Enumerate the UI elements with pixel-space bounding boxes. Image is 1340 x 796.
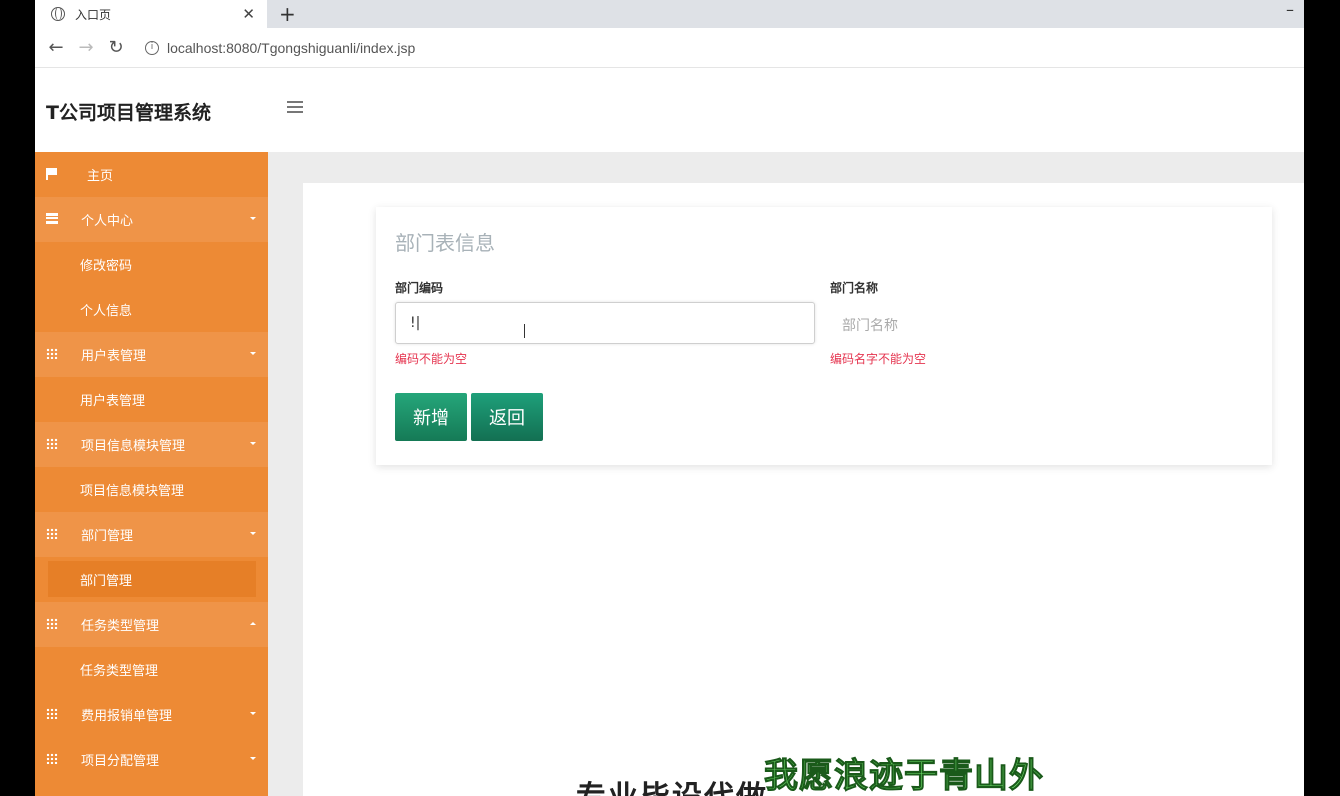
grid-icon <box>46 753 58 764</box>
sidebar-item-profile-info[interactable]: 个人信息 <box>35 287 268 332</box>
sidebar-item-projects[interactable]: 项目信息模块管理 <box>35 467 268 512</box>
department-form-card: 部门表信息 部门编码 !| 编码不能为空 部门名称 部门名称 编码名字不能为空 … <box>376 207 1272 465</box>
overlay-caption: 我愿浪迹于青山外 <box>764 756 1044 796</box>
add-button[interactable]: 新增 <box>395 393 467 441</box>
address-bar: ← → ↻ i localhost:8080/Tgongshiguanli/in… <box>35 28 1304 68</box>
form-title: 部门表信息 <box>395 231 495 255</box>
sidebar-item-label: 用户表管理 <box>80 394 146 409</box>
sidebar-item-label: 个人中心 <box>81 214 134 229</box>
sidebar-group-departments[interactable]: 部门管理 <box>35 512 268 557</box>
browser-window: 入口页 ✕ + – ← → ↻ i localhost:8080/Tgongsh… <box>35 0 1304 796</box>
sidebar-item-label: 部门管理 <box>81 529 134 544</box>
grid-icon <box>46 528 58 539</box>
content-panel: 部门表信息 部门编码 !| 编码不能为空 部门名称 部门名称 编码名字不能为空 … <box>303 183 1304 796</box>
sidebar-group-projects[interactable]: 项目信息模块管理 <box>35 422 268 467</box>
sidebar-item-label: 项目信息模块管理 <box>80 484 185 499</box>
info-icon[interactable]: i <box>145 40 159 55</box>
chevron-down-icon <box>250 217 256 220</box>
back-button[interactable]: ← <box>41 37 71 58</box>
forward-button[interactable]: → <box>71 37 101 58</box>
grid-icon <box>46 708 58 719</box>
new-tab-button[interactable]: + <box>279 2 296 26</box>
chevron-down-icon <box>250 712 256 715</box>
chevron-down-icon <box>250 442 256 445</box>
sidebar-group-assignments[interactable]: 项目分配管理 <box>35 737 268 782</box>
code-error: 编码不能为空 <box>395 352 468 366</box>
department-name-input[interactable]: 部门名称 <box>842 315 898 335</box>
close-icon[interactable]: ✕ <box>242 5 255 23</box>
name-label: 部门名称 <box>830 281 879 295</box>
sidebar-item-label: 项目信息模块管理 <box>81 439 186 454</box>
sidebar-item-label: 用户表管理 <box>81 349 147 364</box>
sidebar-item-label: 任务类型管理 <box>80 664 159 679</box>
sidebar-item-label: 修改密码 <box>80 259 133 274</box>
sidebar-item-home[interactable]: 主页 <box>35 152 268 197</box>
sidebar-item-label: 项目分配管理 <box>81 754 160 769</box>
department-code-input[interactable]: !| <box>395 302 815 344</box>
app-header: T公司项目管理系统 <box>35 68 1304 152</box>
grid-icon <box>46 438 58 449</box>
main-content: 部门表信息 部门编码 !| 编码不能为空 部门名称 部门名称 编码名字不能为空 … <box>268 152 1304 796</box>
sidebar: 主页 个人中心 修改密码 个人信息 用户表管理 用户表管理 项目信息模块管理 项… <box>35 152 268 796</box>
sidebar-item-departments[interactable]: 部门管理 <box>48 561 256 597</box>
sidebar-group-profile[interactable]: 个人中心 <box>35 197 268 242</box>
chevron-down-icon <box>250 532 256 535</box>
url-field[interactable]: localhost:8080/Tgongshiguanli/index.jsp <box>167 40 415 56</box>
sidebar-item-label: 个人信息 <box>80 304 133 319</box>
name-error: 编码名字不能为空 <box>830 352 927 366</box>
chevron-up-icon <box>250 622 256 625</box>
tab-strip: 入口页 ✕ + – <box>35 0 1304 28</box>
sidebar-item-change-password[interactable]: 修改密码 <box>35 242 268 287</box>
chevron-down-icon <box>250 352 256 355</box>
globe-icon <box>51 7 65 21</box>
sidebar-item-task-types[interactable]: 任务类型管理 <box>35 647 268 692</box>
sidebar-item-users[interactable]: 用户表管理 <box>35 377 268 422</box>
grid-icon <box>46 618 58 629</box>
browser-tab[interactable]: 入口页 ✕ <box>35 0 267 28</box>
sidebar-group-expenses[interactable]: 费用报销单管理 <box>35 692 268 737</box>
sidebar-group-users[interactable]: 用户表管理 <box>35 332 268 377</box>
sidebar-group-task-types[interactable]: 任务类型管理 <box>35 602 268 647</box>
back-button-form[interactable]: 返回 <box>471 393 543 441</box>
list-icon <box>46 213 58 224</box>
sidebar-item-label: 费用报销单管理 <box>81 709 173 724</box>
grid-icon <box>46 348 58 359</box>
flag-icon <box>46 168 57 180</box>
sidebar-item-label: 主页 <box>87 169 114 184</box>
text-cursor-icon <box>524 324 525 338</box>
code-label: 部门编码 <box>395 281 444 295</box>
app-title: T公司项目管理系统 <box>46 102 211 124</box>
sidebar-item-label: 部门管理 <box>80 573 133 589</box>
minimize-button[interactable]: – <box>1286 0 1294 19</box>
overlay-caption: 专业毕设代做 <box>576 772 768 796</box>
chevron-down-icon <box>250 757 256 760</box>
tab-title: 入口页 <box>75 7 112 22</box>
sidebar-item-label: 任务类型管理 <box>81 619 160 634</box>
hamburger-icon[interactable] <box>287 101 303 115</box>
reload-button[interactable]: ↻ <box>101 37 131 58</box>
